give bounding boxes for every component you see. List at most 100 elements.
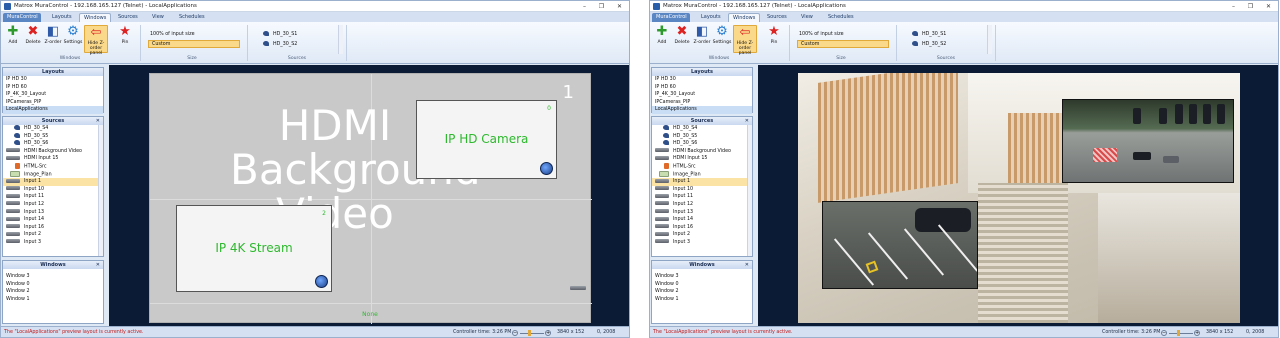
layout-item[interactable]: IP HD 30 (3, 76, 103, 84)
preview-canvas[interactable]: HDMI Background Video 1 IP HD Camera 0 I… (109, 65, 629, 326)
source-item[interactable]: Image_Plan (652, 170, 752, 179)
source-item[interactable]: HD_30_S6 (652, 140, 752, 148)
window-item[interactable]: Window 2 (652, 288, 752, 296)
source-item[interactable]: HD_30_S4 (652, 125, 752, 133)
tab-layouts[interactable]: Layouts (697, 13, 725, 22)
source-item[interactable]: Input 12 (652, 201, 752, 209)
ribbon-source-2[interactable]: HD_30_S2 (263, 41, 297, 47)
window-item[interactable]: Window 2 (3, 288, 103, 296)
preview-canvas[interactable] (758, 65, 1278, 326)
close-icon[interactable]: ✕ (614, 2, 625, 11)
camera-feed-parking-bottom[interactable] (822, 201, 978, 289)
maximize-icon[interactable]: ❐ (596, 2, 607, 11)
source-item[interactable]: Image_Plan (3, 170, 103, 179)
source-item[interactable]: HD_30_S5 (652, 132, 752, 141)
source-item[interactable]: Input 2 (3, 231, 103, 239)
zoom-out-icon[interactable]: − (512, 330, 518, 336)
zoom-thumb[interactable] (1177, 330, 1180, 336)
layout-item[interactable]: IP HD 60 (3, 84, 103, 92)
source-item-selected[interactable]: Input 1 (652, 178, 752, 186)
window-item[interactable]: Window 0 (3, 281, 103, 289)
layout-item[interactable]: IP_4K_30_Layout (3, 91, 103, 99)
source-item[interactable]: Input 14 (3, 216, 103, 224)
add-button[interactable]: ✚ Add (3, 25, 23, 53)
ribbon-source-2[interactable]: HD_30_S2 (912, 41, 946, 47)
layout-item[interactable]: IPCameras_PIP (652, 99, 752, 107)
window-item[interactable]: Window 1 (3, 296, 103, 304)
source-item[interactable]: Input 10 (652, 186, 752, 194)
tab-muracontrol[interactable]: MuraControl (652, 13, 690, 22)
source-item[interactable]: HDMI Background Video (652, 148, 752, 156)
tab-muracontrol[interactable]: MuraControl (3, 13, 41, 22)
size-combo[interactable]: Custom (148, 40, 240, 48)
ribbon-source-1[interactable]: HD_30_S1 (263, 31, 297, 37)
sources-scrollbar[interactable] (747, 125, 752, 256)
layout-item[interactable]: IP HD 30 (652, 76, 752, 84)
close-icon[interactable]: ✕ (96, 261, 100, 269)
zoom-in-icon[interactable]: + (545, 330, 551, 336)
tab-schedules[interactable]: Schedules (824, 13, 858, 22)
window-item[interactable]: Window 1 (652, 296, 752, 304)
layout-item[interactable]: IP_4K_30_Layout (652, 91, 752, 99)
hide-zorder-panel-button[interactable]: ⇦ Hide Z-order panel (733, 25, 757, 56)
close-icon[interactable]: ✕ (96, 117, 100, 125)
window-item[interactable]: Window 0 (652, 281, 752, 289)
zoom-slider[interactable]: − + (512, 330, 552, 336)
source-item-selected[interactable]: Input 1 (3, 178, 103, 186)
pin-button[interactable]: ★ Pin (115, 25, 135, 53)
source-item[interactable]: Input 12 (3, 201, 103, 209)
minimize-icon[interactable]: – (579, 2, 590, 11)
zoom-slider[interactable]: − + (1161, 330, 1201, 336)
zorder-button[interactable]: ◧ Z-order (692, 25, 712, 53)
source-item[interactable]: HDMI Input 15 (3, 155, 103, 163)
source-item[interactable]: Input 10 (3, 186, 103, 194)
source-item[interactable]: HTML-Src (3, 162, 103, 171)
layout-item-selected[interactable]: LocalApplications (3, 106, 103, 114)
source-item[interactable]: Input 11 (3, 193, 103, 201)
tab-schedules[interactable]: Schedules (175, 13, 209, 22)
close-icon[interactable]: ✕ (1263, 2, 1274, 11)
add-button[interactable]: ✚ Add (652, 25, 672, 53)
source-item[interactable]: Input 13 (3, 209, 103, 217)
source-item[interactable]: Input 14 (652, 216, 752, 224)
delete-button[interactable]: ✖ Delete (672, 25, 692, 53)
source-item[interactable]: HDMI Background Video (3, 148, 103, 156)
source-item[interactable]: Input 3 (3, 239, 103, 247)
source-item[interactable]: Input 11 (652, 193, 752, 201)
preview-window-ip-hd-camera[interactable]: IP HD Camera 0 (416, 100, 557, 179)
tab-windows[interactable]: Windows (79, 13, 112, 22)
source-item[interactable]: Input 3 (652, 239, 752, 247)
ribbon-sources-scrollbar[interactable] (338, 25, 343, 54)
sources-scrollbar[interactable] (98, 125, 103, 256)
close-icon[interactable]: ✕ (745, 117, 749, 125)
layout-item[interactable]: IP HD 60 (652, 84, 752, 92)
source-item[interactable]: Input 16 (3, 224, 103, 232)
layout-item-selected[interactable]: LocalApplications (652, 106, 752, 114)
source-item[interactable]: Input 2 (652, 231, 752, 239)
layout-item[interactable]: IPCameras_PIP (3, 99, 103, 107)
minimize-icon[interactable]: – (1228, 2, 1239, 11)
video-wall-preview[interactable]: HDMI Background Video 1 IP HD Camera 0 I… (149, 73, 592, 324)
maximize-icon[interactable]: ❐ (1245, 2, 1256, 11)
source-item[interactable]: HTML-Src (652, 162, 752, 171)
pin-button[interactable]: ★ Pin (764, 25, 784, 53)
delete-button[interactable]: ✖ Delete (23, 25, 43, 53)
source-item[interactable]: HD_30_S5 (3, 132, 103, 141)
zoom-in-icon[interactable]: + (1194, 330, 1200, 336)
tab-windows[interactable]: Windows (728, 13, 761, 22)
preview-window-ip-4k-stream[interactable]: IP 4K Stream 2 (176, 205, 332, 292)
source-item[interactable]: HDMI Input 15 (652, 155, 752, 163)
ribbon-sources-scrollbar[interactable] (987, 25, 992, 54)
tab-view[interactable]: View (797, 13, 817, 22)
tab-sources[interactable]: Sources (114, 13, 142, 22)
zoom-out-icon[interactable]: − (1161, 330, 1167, 336)
tab-layouts[interactable]: Layouts (48, 13, 76, 22)
settings-button[interactable]: ⚙ Settings (63, 25, 83, 53)
source-item[interactable]: Input 13 (652, 209, 752, 217)
source-item[interactable]: HD_30_S4 (3, 125, 103, 133)
tab-view[interactable]: View (148, 13, 168, 22)
source-item[interactable]: Input 16 (652, 224, 752, 232)
window-item[interactable]: Window 3 (652, 273, 752, 281)
close-icon[interactable]: ✕ (745, 261, 749, 269)
window-item[interactable]: Window 3 (3, 273, 103, 281)
